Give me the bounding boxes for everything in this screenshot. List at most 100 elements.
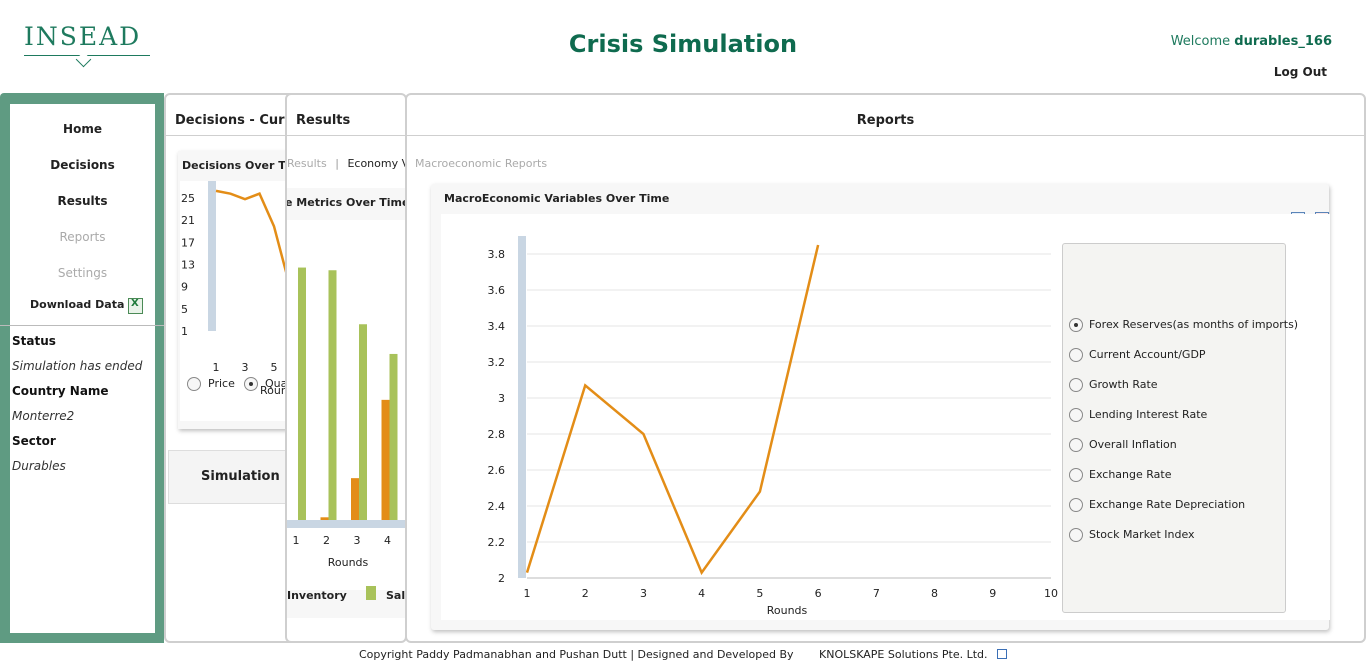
username: durables_166 (1234, 34, 1332, 49)
footer-copyright: Copyright Paddy Padmanabhan and Pushan D… (358, 648, 794, 661)
inventory-bar (320, 517, 329, 520)
decisions-series-line (215, 189, 290, 282)
macro-y-tick-label: 3.2 (488, 356, 506, 369)
tab-separator: | (335, 157, 339, 170)
reports-panel[interactable]: Reports Macroeconomic Reports MacroEcono… (405, 93, 1366, 643)
results-x-tick-label: 4 (384, 534, 391, 547)
variable-label: Lending Interest Rate (1089, 408, 1208, 421)
variable-label: Exchange Rate Depreciation (1089, 498, 1246, 511)
tab-results[interactable]: Results (287, 157, 327, 170)
price-radio[interactable] (187, 377, 201, 391)
decisions-x-tick-label: 3 (242, 361, 249, 374)
external-link-icon[interactable] (997, 649, 1008, 659)
results-panel-title: Results (296, 113, 351, 128)
variable-label: Growth Rate (1089, 378, 1158, 391)
decisions-y-tick-label: 25 (181, 192, 195, 205)
results-x-tick-label: 1 (293, 534, 300, 547)
variable-radio[interactable] (1069, 498, 1083, 512)
sidebar-item-decisions[interactable]: Decisions (10, 158, 155, 172)
status-value: Simulation has ended (12, 359, 143, 373)
sector-label: Sector (12, 434, 56, 448)
macro-y-tick-label: 3.6 (488, 284, 506, 297)
variable-radio[interactable] (1069, 528, 1083, 542)
logout-link[interactable]: Log Out (1274, 65, 1327, 79)
sales-bar (359, 324, 367, 520)
variable-selector: Forex Reserves(as months of imports) Curr… (1062, 243, 1298, 613)
legend-sales-swatch (366, 586, 376, 600)
decisions-y-tick-label: 17 (181, 236, 195, 249)
variable-radio[interactable] (1069, 468, 1083, 482)
variable-label: Current Account/GDP (1089, 348, 1206, 361)
macro-series-line (525, 244, 820, 576)
legend-inventory-label: Inventory (287, 589, 347, 602)
sidebar-menu: Home Decisions Results Reports Settings … (0, 104, 165, 633)
macro-y-tick-label: 3 (498, 392, 505, 405)
sidebar-item-settings[interactable]: Settings (10, 266, 155, 280)
macro-y-tick-label: 2.6 (488, 464, 506, 477)
decisions-y-tick-label: 21 (181, 214, 195, 227)
macro-chart-card: MacroEconomic Variables Over Time 2 2.2 2.… (431, 184, 1330, 630)
reports-panel-title: Reports (856, 113, 915, 128)
insead-logo: INSEAD (24, 22, 150, 68)
macro-x-tick-label: 2 (582, 587, 589, 600)
decisions-y-tick-label: 1 (181, 325, 188, 338)
country-name-value: Monterre2 (12, 409, 75, 423)
variable-radio[interactable] (1069, 378, 1083, 392)
macro-x-tick-label: 8 (931, 587, 938, 600)
macro-y-tick-label: 3.8 (488, 248, 506, 261)
macro-x-tick-label: 9 (989, 587, 996, 600)
quantity-radio[interactable] (244, 377, 258, 391)
macro-x-tick-label: 1 (524, 587, 531, 600)
sales-bar (328, 270, 337, 520)
macro-x-tick-label: 3 (640, 587, 647, 600)
reports-panel-divider (407, 135, 1364, 136)
decisions-x-tick-label: 1 (213, 361, 220, 374)
results-chart-area: 1 2 3 4 Rounds (287, 220, 405, 590)
download-data-link[interactable]: Download Data (30, 298, 124, 311)
variable-radio[interactable] (1069, 438, 1083, 452)
macro-y-tick-label: 2.2 (488, 536, 506, 549)
variable-label: Stock Market Index (1089, 528, 1195, 541)
tab-macroeconomic-reports[interactable]: Macroeconomic Reports (415, 157, 547, 170)
knolskape-link[interactable]: KNOLSKAPE Solutions Pte. Ltd. (819, 648, 988, 661)
results-x-axis-band (287, 520, 405, 528)
inventory-bar (351, 478, 359, 520)
sidebar-divider (0, 325, 165, 326)
macro-chart: 2 2.2 2.4 2.6 2.8 3 3.2 3.4 3.6 3.8 1 2 3 4 5 6 7 8 9 10 R… (488, 236, 1058, 617)
variable-radio[interactable] (1069, 408, 1083, 422)
results-x-axis-label: Rounds (328, 556, 369, 569)
variable-radio[interactable] (1069, 318, 1083, 332)
app-title: Crisis Simulation (568, 30, 798, 58)
welcome-prefix: Welcome (1170, 34, 1231, 49)
logo-underline (24, 51, 150, 68)
tab-economy[interactable]: Economy V (347, 157, 405, 170)
results-panel[interactable]: Results Results | Economy V e Metrics Ov… (285, 93, 407, 643)
results-x-tick-label: 2 (323, 534, 330, 547)
footer: Copyright Paddy Padmanabhan and Pushan D… (0, 648, 1366, 661)
logo-chevron-icon (75, 51, 92, 68)
sidebar-item-reports[interactable]: Reports (10, 230, 155, 244)
sidebar: Home Decisions Results Reports Settings … (0, 93, 165, 643)
excel-icon[interactable] (128, 298, 143, 314)
macro-y-tick-label: 2 (498, 572, 505, 585)
decisions-y-axis-band (208, 181, 216, 331)
decisions-chart-title: Decisions Over Tim (182, 159, 301, 172)
variable-label: Forex Reserves(as months of imports) (1089, 318, 1299, 331)
sidebar-item-results[interactable]: Results (10, 194, 155, 208)
logo-text: INSEAD (24, 22, 142, 51)
welcome-text: Welcome durables_166 (1171, 34, 1332, 49)
status-label: Status (12, 334, 56, 348)
macro-x-tick-label: 10 (1044, 587, 1058, 600)
decisions-y-tick-label: 9 (181, 281, 188, 294)
macro-y-tick-label: 2.8 (488, 428, 506, 441)
results-x-tick-label: 3 (354, 534, 361, 547)
sidebar-item-home[interactable]: Home (10, 122, 155, 136)
inventory-bar (381, 399, 390, 520)
variable-radio[interactable] (1069, 348, 1083, 362)
variable-label: Exchange Rate (1089, 468, 1172, 481)
macro-x-tick-label: 5 (756, 587, 763, 600)
macro-chart-title: MacroEconomic Variables Over Time (444, 192, 670, 205)
sales-bar (298, 267, 306, 520)
macro-y-tick-label: 3.4 (488, 320, 506, 333)
results-chart-card: e Metrics Over Time 1 2 3 4 Rounds (287, 188, 405, 618)
